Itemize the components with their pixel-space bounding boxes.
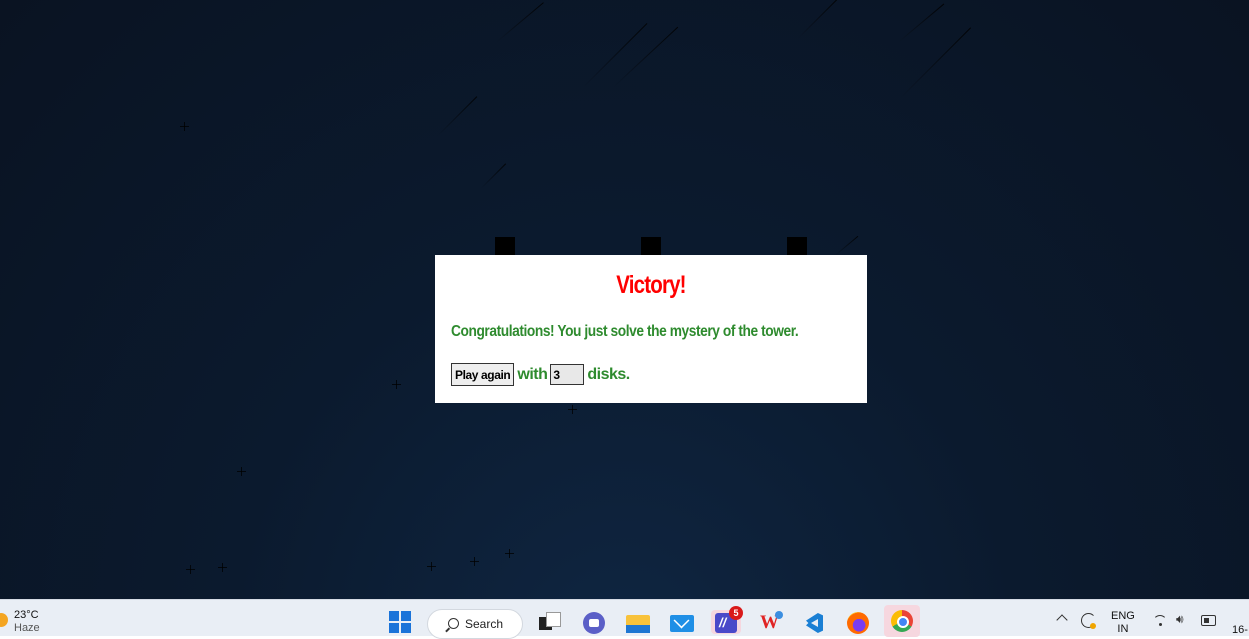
folder-icon[interactable] [626, 610, 650, 634]
meteor-streak [897, 3, 945, 43]
clock-date[interactable]: 16- [1232, 624, 1248, 636]
meteor-streak [437, 96, 478, 136]
windows-logo-icon [389, 623, 399, 633]
video-chat-icon[interactable] [582, 610, 606, 634]
star-sparkle [427, 562, 436, 571]
search-icon [448, 617, 459, 629]
star-sparkle [237, 467, 246, 476]
meteor-streak [834, 235, 859, 256]
meteor-streak [899, 27, 972, 99]
meteor-streak [797, 0, 838, 39]
victory-dialog: Victory! Congratulations! You just solve… [435, 255, 867, 403]
star-sparkle [505, 549, 514, 558]
star-sparkle [186, 565, 195, 574]
sun-haze-icon [0, 613, 8, 627]
star-sparkle [180, 122, 189, 131]
language-region: IN [1117, 623, 1129, 635]
language-indicator[interactable]: ENG IN [1111, 610, 1135, 636]
mail-icon[interactable] [670, 610, 694, 634]
meteor-streak [495, 2, 544, 43]
windows-logo-icon [401, 611, 411, 621]
volume-icon[interactable]: 🔊︎ [1176, 612, 1184, 627]
weather-widget[interactable]: 23°C Haze [0, 609, 40, 635]
dialog-title: Victory! [616, 271, 686, 299]
battery-icon[interactable] [1201, 615, 1216, 626]
meteor-streak [480, 163, 507, 189]
sync-status-dot [1090, 623, 1096, 629]
star-sparkle [470, 557, 479, 566]
meteor-streak [581, 23, 648, 89]
weather-condition: Haze [14, 622, 40, 634]
with-label: with [517, 365, 548, 383]
weather-text: 23°C Haze [14, 609, 40, 635]
firefox-icon[interactable] [846, 610, 870, 634]
star-sparkle [218, 563, 227, 572]
disks-label: disks. [587, 365, 630, 383]
chrome-icon[interactable] [884, 605, 920, 637]
star-sparkle [392, 380, 401, 389]
windows-logo-icon [389, 611, 399, 621]
taskbar: 23°C Haze Search 5 ENG IN 🔊︎ 16- [0, 599, 1249, 639]
wifi-icon[interactable] [1153, 613, 1167, 627]
task-view-icon[interactable] [538, 610, 562, 634]
vscode-icon[interactable] [802, 610, 826, 634]
wps-icon[interactable] [758, 610, 783, 634]
language-code: ENG [1111, 610, 1135, 622]
tower-peg-3[interactable] [787, 237, 807, 255]
replay-row: Play again with disks. [451, 363, 630, 386]
tower-peg-1[interactable] [495, 237, 515, 255]
star-sparkle [568, 405, 577, 414]
meteor-streak [611, 26, 679, 89]
start-button[interactable] [389, 611, 411, 633]
dialog-message: Congratulations! You just solve the myst… [451, 323, 799, 340]
play-again-button[interactable]: Play again [451, 363, 515, 386]
search-label: Search [465, 617, 504, 631]
windows-logo-icon [401, 623, 411, 633]
game-background: Victory! Congratulations! You just solve… [0, 0, 1249, 599]
weather-temperature: 23°C [14, 609, 39, 621]
chevron-up-icon[interactable] [1056, 614, 1068, 626]
tower-peg-2[interactable] [641, 237, 661, 255]
disk-count-input[interactable] [550, 364, 585, 385]
notification-badge: 5 [729, 606, 743, 620]
